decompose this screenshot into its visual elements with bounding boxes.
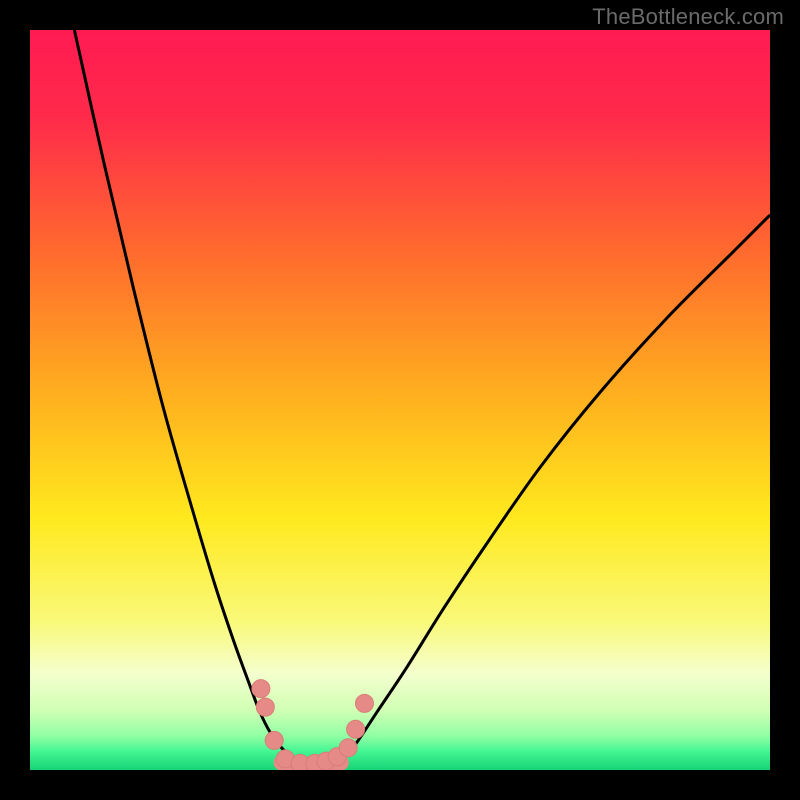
data-marker: [265, 731, 283, 749]
chart-svg: [30, 30, 770, 770]
line-layer: [74, 30, 770, 765]
plot-area: [30, 30, 770, 770]
data-marker: [339, 739, 357, 757]
data-marker: [252, 680, 270, 698]
data-marker: [347, 720, 365, 738]
outer-frame: TheBottleneck.com: [0, 0, 800, 800]
marker-layer: [252, 680, 374, 770]
right-curve: [341, 215, 770, 761]
watermark-label: TheBottleneck.com: [592, 4, 784, 30]
left-curve: [74, 30, 311, 764]
data-marker: [355, 694, 373, 712]
data-marker: [256, 698, 274, 716]
